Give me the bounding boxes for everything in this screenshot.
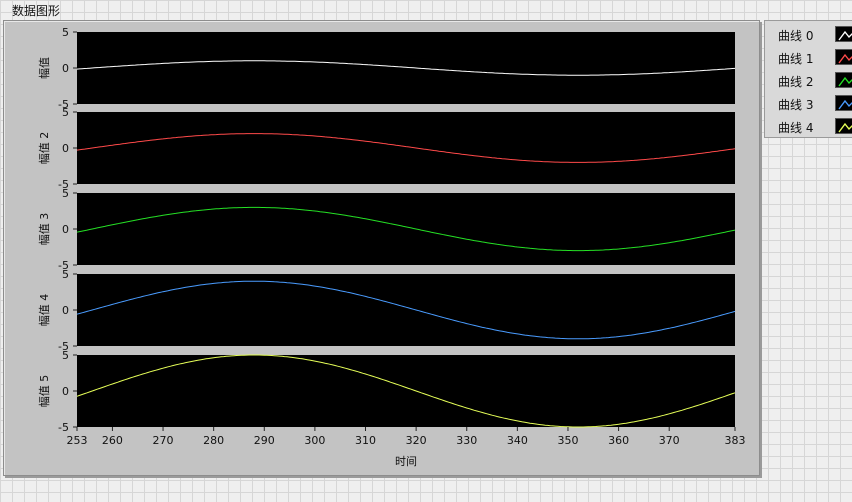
y-axis-title: 幅值 5 [38, 375, 51, 408]
legend-label: 曲线 2 [778, 75, 814, 89]
x-tick-label: 310 [355, 434, 376, 447]
y-axis-title: 幅值 4 [38, 294, 51, 327]
x-tick-label: 270 [153, 434, 174, 447]
legend-label: 曲线 3 [778, 98, 814, 112]
y-tick-label: 0 [62, 62, 69, 75]
plot-area [77, 355, 735, 427]
legend-swatch [835, 49, 852, 65]
plot-legend: 曲线 0 曲线 1 曲线 2 曲线 3 曲线 4 [764, 20, 852, 138]
y-tick-label: 0 [62, 304, 69, 317]
graph-title: 数据图形 [12, 4, 61, 18]
legend-item-curve-2[interactable]: 曲线 2 [765, 70, 852, 90]
legend-item-curve-4[interactable]: 曲线 4 [765, 116, 852, 136]
plot-area [77, 193, 735, 265]
x-tick-label: 260 [102, 434, 123, 447]
legend-item-curve-1[interactable]: 曲线 1 [765, 47, 852, 67]
legend-item-curve-3[interactable]: 曲线 3 [765, 93, 852, 113]
y-tick-label: -5 [58, 421, 69, 434]
y-tick-label: 0 [62, 385, 69, 398]
y-axis-title: 幅值 [38, 57, 51, 79]
x-tick-label: 350 [557, 434, 578, 447]
plot-area [77, 112, 735, 184]
y-axis-title: 幅值 3 [38, 213, 51, 246]
x-tick-label: 290 [254, 434, 275, 447]
x-tick-label: 330 [456, 434, 477, 447]
stacked-plots-svg: 50-5幅值50-5幅值 250-5幅值 350-5幅值 450-5幅值 525… [38, 26, 746, 468]
legend-label: 曲线 0 [778, 29, 814, 43]
x-tick-label: 360 [608, 434, 629, 447]
y-tick-label: 5 [62, 349, 69, 362]
y-tick-label: 5 [62, 26, 69, 39]
x-tick-label: 253 [67, 434, 88, 447]
y-tick-label: 0 [62, 223, 69, 236]
x-tick-label: 370 [659, 434, 680, 447]
y-tick-label: 0 [62, 142, 69, 155]
legend-swatch [835, 72, 852, 88]
legend-item-curve-0[interactable]: 曲线 0 [765, 24, 852, 44]
legend-swatch [835, 95, 852, 111]
plot-area [77, 274, 735, 346]
x-tick-label: 320 [406, 434, 427, 447]
y-axis-title: 幅值 2 [38, 132, 51, 165]
legend-swatch [835, 118, 852, 134]
x-tick-label: 300 [304, 434, 325, 447]
y-tick-label: 5 [62, 106, 69, 119]
plot-area [77, 32, 735, 104]
waveform-graph: 5 0 -5 幅值 5 0 -5 幅值 2 5 0 -5 幅值 3 5 0 -5 幅值 4 5 0 -5 幅值 5 25… [3, 20, 760, 476]
x-tick-label: 383 [725, 434, 746, 447]
y-tick-label: 5 [62, 268, 69, 281]
x-tick-label: 340 [507, 434, 528, 447]
x-tick-label: 280 [203, 434, 224, 447]
y-tick-label: 5 [62, 187, 69, 200]
legend-label: 曲线 1 [778, 52, 814, 66]
legend-label: 曲线 4 [778, 121, 814, 135]
x-axis-title: 时间 [395, 455, 417, 468]
legend-swatch [835, 26, 852, 42]
